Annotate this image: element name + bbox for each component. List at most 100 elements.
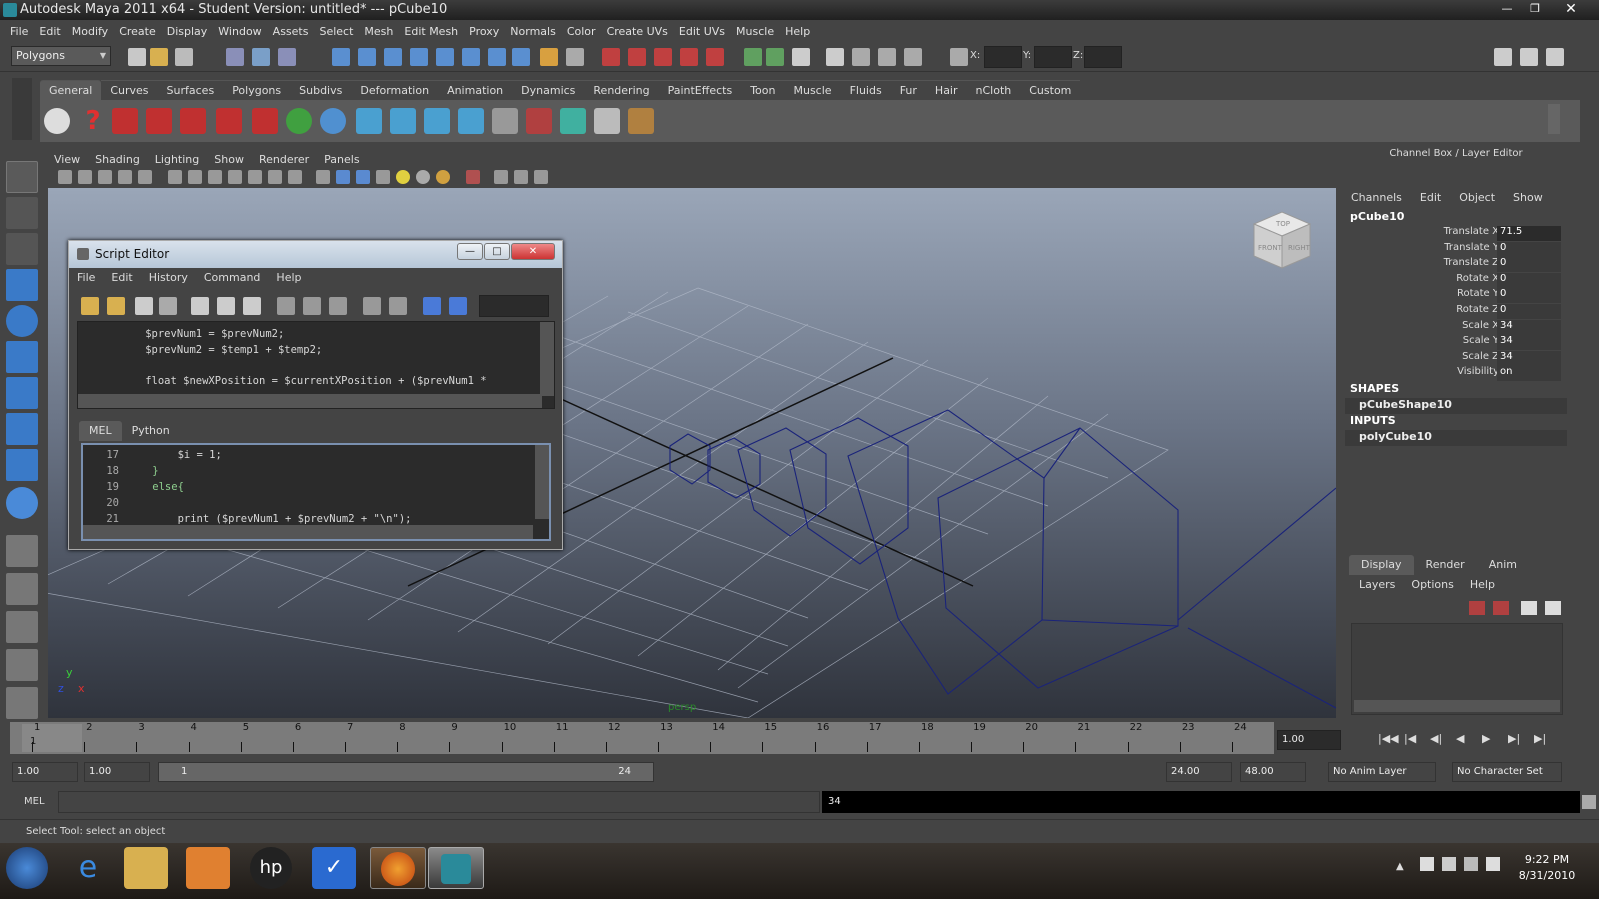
render-settings-icon[interactable] [680, 48, 698, 66]
shadows-icon[interactable] [416, 170, 430, 184]
menu-edit[interactable]: Edit [39, 25, 60, 38]
execute-all-icon[interactable] [423, 297, 441, 315]
channel-row[interactable]: Scale Z 34 [1345, 350, 1567, 367]
menu-modify[interactable]: Modify [72, 25, 108, 38]
menu-edit-uvs[interactable]: Edit UVs [679, 25, 725, 38]
shelf-tab-deformation[interactable]: Deformation [351, 80, 439, 100]
se-tab-python[interactable]: Python [122, 421, 180, 441]
echo-commands-icon[interactable] [363, 297, 381, 315]
graph-pane-icon[interactable] [6, 649, 38, 681]
viewport-menu-panels[interactable]: Panels [324, 153, 359, 166]
uv-icon[interactable] [560, 108, 586, 134]
new-scene-icon[interactable] [128, 48, 146, 66]
command-input[interactable] [58, 791, 820, 813]
end-time-field[interactable]: 48.00 [1240, 762, 1306, 782]
snap-curve-icon[interactable] [358, 48, 376, 66]
channel-menu-edit[interactable]: Edit [1420, 191, 1441, 204]
step-back-frame-icon[interactable]: |◀ [1404, 732, 1426, 752]
time-slider[interactable]: 1 1 2 3 4 5 6 7 8 9 10 11 12 13 14 15 16 17 18 19 20 21 22 23 2… [10, 722, 1274, 754]
se-minimize-button[interactable]: — [457, 243, 483, 260]
save-script-icon[interactable] [135, 297, 153, 315]
snap-plane-icon[interactable] [410, 48, 428, 66]
play-forwards-icon[interactable]: ▶ [1482, 732, 1504, 752]
menu-mesh[interactable]: Mesh [364, 25, 393, 38]
viewport-menu-view[interactable]: View [54, 153, 80, 166]
y-field[interactable] [1034, 46, 1072, 68]
motion-path-icon[interactable] [112, 108, 138, 134]
bookmark-icon[interactable] [78, 170, 92, 184]
skin-bind-icon[interactable] [390, 108, 416, 134]
viewport-menu-shading[interactable]: Shading [95, 153, 140, 166]
shelf-tab-dynamics[interactable]: Dynamics [512, 80, 585, 100]
channel-menu-object[interactable]: Object [1459, 191, 1495, 204]
channel-row[interactable]: Rotate Y0 [1345, 288, 1567, 304]
channel-value[interactable]: 0 [1497, 241, 1561, 257]
menu-color[interactable]: Color [567, 25, 596, 38]
outliner-pane-icon[interactable] [6, 611, 38, 643]
sidebar-toggle-icon[interactable] [826, 48, 844, 66]
open-scene-icon[interactable] [150, 48, 168, 66]
shelf-tab-hair[interactable]: Hair [925, 80, 967, 100]
minimize-button[interactable]: — [1494, 1, 1520, 17]
execute-icon[interactable] [449, 297, 467, 315]
shelf-tab-muscle[interactable]: Muscle [784, 80, 841, 100]
cube-grid-icon[interactable] [594, 108, 620, 134]
media-player-icon[interactable] [186, 847, 230, 889]
image-plane-icon[interactable] [98, 170, 112, 184]
channel-row[interactable]: Rotate X0 [1345, 272, 1567, 289]
go-to-start-icon[interactable]: |◀◀ [1378, 732, 1400, 752]
lasso-tool-icon[interactable] [6, 197, 38, 229]
shelf-tab-rendering[interactable]: Rendering [584, 80, 659, 100]
step-forward-key-icon[interactable]: ▶| [1508, 732, 1530, 752]
select-hierarchy-icon[interactable] [226, 48, 244, 66]
internet-explorer-icon[interactable]: e [62, 847, 114, 889]
channel-value[interactable]: 34 [1497, 335, 1561, 351]
hypershade-icon[interactable] [706, 48, 724, 66]
layer-tab-display[interactable]: Display [1349, 555, 1414, 575]
safe-action-icon[interactable] [228, 170, 242, 184]
text-hud-icon[interactable] [288, 170, 302, 184]
menu-proxy[interactable]: Proxy [469, 25, 499, 38]
high-quality-icon[interactable] [436, 170, 450, 184]
absolute-transform-icon[interactable] [792, 48, 810, 66]
ipr-render-icon[interactable] [654, 48, 672, 66]
layout-icon[interactable] [492, 108, 518, 134]
se-menu-command[interactable]: Command [204, 271, 261, 284]
save-shelf-icon[interactable] [159, 297, 177, 315]
resolution-gate-icon[interactable] [168, 170, 182, 184]
select-component-icon[interactable] [278, 48, 296, 66]
channel-value[interactable]: on [1497, 366, 1561, 382]
shelf-tab-surfaces[interactable]: Surfaces [157, 80, 224, 100]
menu-window[interactable]: Window [218, 25, 261, 38]
field-chart-icon[interactable] [208, 170, 222, 184]
layer-hscroll[interactable] [1354, 700, 1560, 712]
safe-title-icon[interactable] [248, 170, 262, 184]
channel-value[interactable]: 34 [1497, 350, 1561, 366]
curve-icon[interactable] [286, 108, 312, 134]
input-hscroll[interactable] [83, 525, 533, 539]
se-menu-file[interactable]: File [77, 271, 95, 284]
camera-icon[interactable] [878, 48, 896, 66]
layer-menu-options[interactable]: Options [1411, 578, 1453, 591]
show-manip-icon[interactable] [6, 449, 38, 481]
clear-all-icon[interactable] [243, 297, 261, 315]
rename-icon[interactable] [766, 48, 784, 66]
ik-handle-icon[interactable] [252, 108, 278, 134]
gate-mask-icon[interactable] [188, 170, 202, 184]
camera-attr-icon[interactable] [58, 170, 72, 184]
menu-normals[interactable]: Normals [510, 25, 556, 38]
textured-icon[interactable] [376, 170, 390, 184]
paint-icon[interactable] [526, 108, 552, 134]
select-tool-icon[interactable] [6, 161, 38, 193]
se-menu-edit[interactable]: Edit [111, 271, 132, 284]
snapshot-icon[interactable] [852, 48, 870, 66]
smooth-shade-icon[interactable] [336, 170, 350, 184]
four-pane-icon[interactable] [6, 573, 38, 605]
snap-grid-icon[interactable] [332, 48, 350, 66]
firefox-taskbar-button[interactable] [370, 847, 426, 889]
se-close-button[interactable]: ✕ [511, 243, 555, 260]
channel-menu-channels[interactable]: Channels [1351, 191, 1402, 204]
menu-file[interactable]: File [10, 25, 28, 38]
brush-icon[interactable] [628, 108, 654, 134]
channel-box-icon[interactable] [1546, 48, 1564, 66]
